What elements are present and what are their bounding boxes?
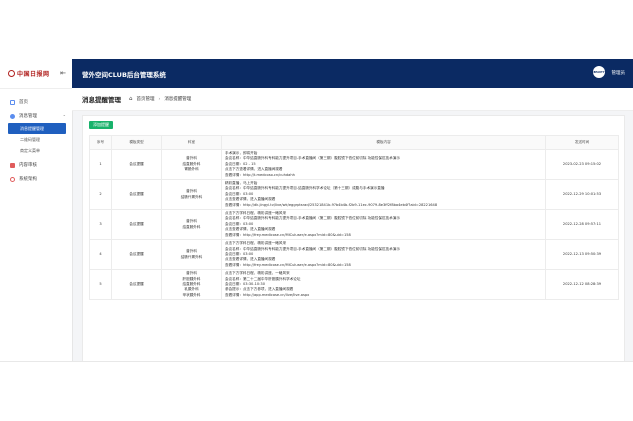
row-departments: 普外科 结肠代胃外科 — [161, 179, 222, 211]
content-line: 查看详情：http://app.medicose.cn/live/live.as… — [225, 292, 310, 297]
table-row[interactable]: 2 会议提醒 普外科 结肠代胃外科 精彩直播，马上开始 会议名称：中华结直肠外科专科能力提… — [89, 179, 619, 211]
avatar[interactable]: BEAUTY — [593, 66, 605, 78]
row-send-time: 2023-02-23 09:15:02 — [545, 148, 619, 181]
row-index: 3 — [89, 209, 112, 241]
sidebar-subitem-message-reminder[interactable]: 消息提醒管理 — [8, 123, 66, 134]
home-icon[interactable]: ⌂ — [129, 96, 133, 102]
table-row[interactable]: 1 会议提醒 普外科 结直肠外科 胃肠外科 手术演示，即将开始 会议名称：中华结直肠外科专科… — [89, 148, 619, 181]
page-title: 消息提醒管理 — [82, 96, 121, 104]
row-index: 5 — [89, 269, 112, 301]
row-departments: 普外科 结直肠外科 — [161, 209, 222, 241]
logo-emblem-icon — [8, 70, 15, 77]
sidebar-item-home[interactable]: 首页 — [0, 95, 72, 109]
table-row[interactable]: 3 会议提醒 普外科 结直肠外科 点击下方学科日程，精彩讲座一睹风采 会议名称：中华结直肠… — [89, 209, 619, 241]
sidebar-item-review[interactable]: 内容审核 — [0, 158, 72, 172]
breadcrumb-item: 消息提醒管理 — [164, 97, 192, 102]
system-title: 营外空间CLUB后台管理系统 — [82, 71, 166, 79]
row-content: 点击下方学科日程，精彩讲座一睹风采 会议名称：中华结直肠外科专科能力提升项目-手术… — [221, 239, 546, 271]
main-content: 消息提醒管理 ⌂ 首页管理 › 消息提醒管理 添加提醒 序号 模板类型 科室 模… — [72, 88, 633, 361]
row-type: 会议提醒 — [111, 269, 162, 301]
sidebar-item-label: 内容审核 — [19, 163, 37, 168]
content-card: 添加提醒 序号 模板类型 科室 模板内容 发送时间 1 会议提醒 普外科 结直肠外科胃… — [82, 115, 625, 361]
row-type: 会议提醒 — [111, 179, 162, 211]
table-header-row: 序号 模板类型 科室 模板内容 发送时间 — [89, 135, 619, 150]
logo-bar: 中国日报网 ⇤ — [0, 59, 72, 89]
audit-icon — [10, 162, 15, 168]
row-index: 1 — [89, 148, 112, 181]
breadcrumb-separator: › — [158, 96, 161, 102]
row-departments: 普外科 结直肠外科 胃肠外科 — [161, 148, 222, 181]
row-content: 点击下方学科日程，精彩讲座一睹风采 会议名称：中华结直肠外科专科能力提升项目-手术… — [221, 209, 546, 241]
row-type: 会议提醒 — [111, 239, 162, 271]
app-window: 中国日报网 ⇤ 首页 消息管理 ⌃ 消息提醒管理 二维码管理 商定义菜单 内容审… — [0, 59, 633, 361]
row-send-time: 2022-12-28 09:57:11 — [545, 209, 619, 241]
settings-icon — [10, 176, 15, 182]
chevron-up-icon: ⌃ — [62, 113, 66, 119]
row-departments: 普外科 肝胆胰外科 结直肠外科 乳腺外科 甲状腺外科 — [161, 269, 222, 301]
column-header: 模板内容 — [221, 135, 546, 150]
bell-icon — [10, 113, 15, 119]
logo: 中国日报网 — [17, 71, 50, 78]
sidebar-item-system[interactable]: 系统架构 — [0, 172, 72, 186]
sidebar-subitem-label: 二维码管理 — [20, 136, 40, 142]
department-label: 甲状腺外科 — [182, 292, 201, 297]
sidebar-subitem-label: 商定义菜单 — [20, 147, 40, 153]
table-row[interactable]: 5 会议提醒 普外科 肝胆胰外科 结直肠外科 乳腺外科 甲状腺外科 点击下方学科日程，精彩讲座… — [89, 269, 619, 301]
sidebar-menu: 首页 消息管理 ⌃ 消息提醒管理 二维码管理 商定义菜单 内容审核 系统架构 — [0, 89, 72, 186]
content-line: 查看详情：http://frey.medicose.cn/MICuluser/e… — [225, 262, 351, 267]
department-label: 结肠代胃外科 — [180, 254, 203, 259]
sidebar-item-message[interactable]: 消息管理 ⌃ — [0, 109, 72, 123]
column-header: 发送时间 — [545, 135, 619, 150]
sidebar-subitem-qrcode[interactable]: 二维码管理 — [0, 134, 72, 145]
message-table: 序号 模板类型 科室 模板内容 发送时间 1 会议提醒 普外科 结直肠外科 胃肠外科 手术… — [89, 135, 619, 301]
sidebar: 中国日报网 ⇤ 首页 消息管理 ⌃ 消息提醒管理 二维码管理 商定义菜单 内容审… — [0, 59, 73, 361]
menu-collapse-icon[interactable]: ⇤ — [60, 69, 66, 77]
row-send-time: 2022-12-29 10:01:53 — [545, 179, 619, 211]
breadcrumb-item[interactable]: 首页管理 — [137, 96, 155, 102]
sidebar-item-label: 系统架构 — [19, 177, 37, 182]
department-label: 结肠代胃外科 — [180, 194, 203, 199]
row-send-time: 2022-12-12 08:28:39 — [545, 269, 619, 301]
top-bar: 营外空间CLUB后台管理系统 BEAUTY 管理员 — [72, 59, 633, 88]
content-line: 查看详情：http://frey.medicose.cn/MICuluser/e… — [225, 232, 351, 237]
content-line: 查看详情：http://dk.jingyi.tv/live/wk/eggrpts… — [225, 202, 438, 207]
row-content: 点击下方学科日程，精彩讲座，一睹风采 会议名称：第二十二届中华肝胆胰外科学术论坛会… — [221, 269, 546, 301]
row-content: 精彩直播，马上开始 会议名称：中华结直肠外科专科能力提升项目-结直肠外科学术论坛（… — [221, 179, 546, 211]
row-type: 会议提醒 — [111, 148, 162, 181]
page-header: 消息提醒管理 ⌂ 首页管理 › 消息提醒管理 — [72, 88, 633, 111]
sidebar-subitem-label: 消息提醒管理 — [20, 125, 44, 131]
username[interactable]: 管理员 — [612, 70, 626, 76]
table-row[interactable]: 4 会议提醒 普外科 结肠代胃外科 点击下方学科日程，精彩讲座一睹风采 会议名称：中华结直… — [89, 239, 619, 271]
sidebar-item-label: 消息管理 — [19, 114, 37, 119]
sidebar-subitem-custom-menu[interactable]: 商定义菜单 — [0, 145, 72, 156]
row-send-time: 2022-12-13 09:50:39 — [545, 239, 619, 271]
column-header: 模板类型 — [111, 135, 162, 150]
sidebar-item-label: 首页 — [19, 100, 28, 105]
column-header: 序号 — [89, 135, 112, 150]
department-label: 胃肠外科 — [184, 167, 199, 172]
row-index: 2 — [89, 179, 112, 211]
row-index: 4 — [89, 239, 112, 271]
add-reminder-button[interactable]: 添加提醒 — [89, 121, 113, 129]
bottom-divider — [0, 361, 633, 362]
column-header: 科室 — [161, 135, 222, 150]
row-type: 会议提醒 — [111, 209, 162, 241]
content-line: 查看详情：http://t.medcoso.cn/cuhdahh — [225, 172, 295, 177]
row-departments: 普外科 结肠代胃外科 — [161, 239, 222, 271]
department-label: 结直肠外科 — [182, 224, 201, 229]
row-content: 手术演示，即将开始 会议名称：中华结直肠外科专科能力提升项目-手术直播间（第三期）… — [221, 148, 546, 181]
home-icon — [10, 99, 15, 105]
